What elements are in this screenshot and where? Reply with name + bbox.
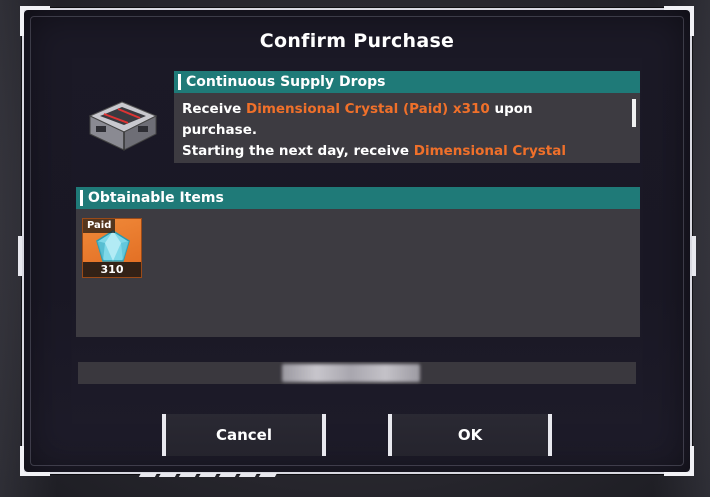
desc-text: upon [489,101,533,117]
cancel-button[interactable]: Cancel [162,414,326,456]
confirm-purchase-dialog: Confirm Purchase Continuous Supply Drops… [18,6,696,477]
paid-badge: Paid [83,219,116,233]
frame-corner [664,446,694,476]
frame-side-tick [692,236,696,276]
frame-side-tick [18,236,22,276]
dimensional-crystal-icon [96,230,130,262]
price-bar [78,362,636,384]
description-scrollbar[interactable] [632,99,636,127]
frame-bottom-dashes [138,462,280,481]
blurred-price [282,364,420,382]
supply-crate-icon [82,90,162,152]
ok-button[interactable]: OK [388,414,552,456]
product-description: Receive Dimensional Crystal (Paid) x310 … [182,99,622,162]
frame-corner [20,446,50,476]
dialog-title: Confirm Purchase [259,30,455,52]
reward-quantity: 310 [83,262,141,277]
product-header: Continuous Supply Drops [174,71,640,93]
desc-text: Starting the next day, receive [182,143,414,159]
reward-item[interactable]: Paid 310 [82,218,142,278]
desc-highlight: Dimensional Crystal (Paid) x310 [246,101,490,117]
obtainable-items-header: Obtainable Items [76,187,640,209]
desc-text: purchase. [182,122,257,138]
desc-text: Receive [182,101,246,117]
obtainable-items-list: Paid 310 [76,209,640,337]
product-description-box[interactable]: Receive Dimensional Crystal (Paid) x310 … [174,93,640,163]
desc-highlight: Dimensional Crystal [413,143,566,159]
